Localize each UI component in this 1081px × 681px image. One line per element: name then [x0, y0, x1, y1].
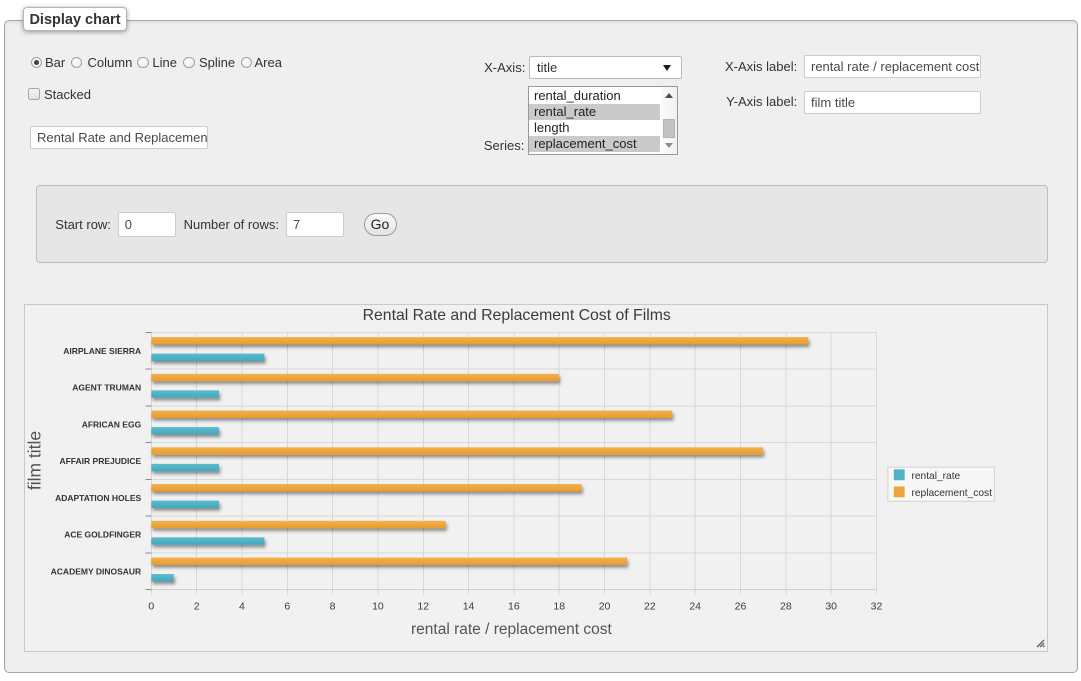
- svg-text:20: 20: [599, 601, 611, 613]
- svg-text:10: 10: [372, 601, 384, 613]
- svg-text:ADAPTATION HOLES: ADAPTATION HOLES: [55, 493, 141, 503]
- svg-text:28: 28: [780, 601, 792, 613]
- svg-text:14: 14: [463, 601, 475, 613]
- svg-text:6: 6: [284, 601, 290, 613]
- svg-text:film title: film title: [25, 431, 45, 490]
- svg-text:22: 22: [644, 601, 656, 613]
- svg-text:rental rate / replacement cost: rental rate / replacement cost: [411, 621, 612, 638]
- svg-text:ACADEMY DINOSAUR: ACADEMY DINOSAUR: [51, 566, 142, 576]
- svg-text:26: 26: [735, 601, 747, 613]
- svg-text:AIRPLANE SIERRA: AIRPLANE SIERRA: [63, 346, 141, 356]
- svg-text:32: 32: [871, 601, 883, 613]
- svg-text:rental_rate: rental_rate: [912, 471, 961, 482]
- svg-text:16: 16: [508, 601, 520, 613]
- svg-text:2: 2: [194, 601, 200, 613]
- svg-text:ACE GOLDFINGER: ACE GOLDFINGER: [64, 530, 141, 540]
- svg-text:30: 30: [825, 601, 837, 613]
- svg-text:8: 8: [330, 601, 336, 613]
- svg-text:AGENT TRUMAN: AGENT TRUMAN: [72, 383, 141, 393]
- svg-text:0: 0: [148, 601, 154, 613]
- svg-text:24: 24: [689, 601, 701, 613]
- svg-text:Rental Rate and Replacement Co: Rental Rate and Replacement Cost of Film…: [363, 307, 671, 324]
- svg-text:4: 4: [239, 601, 245, 613]
- svg-text:AFRICAN EGG: AFRICAN EGG: [82, 419, 142, 429]
- svg-text:AFFAIR PREJUDICE: AFFAIR PREJUDICE: [59, 456, 141, 466]
- svg-text:12: 12: [417, 601, 429, 613]
- svg-text:replacement_cost: replacement_cost: [912, 488, 993, 499]
- svg-text:18: 18: [553, 601, 565, 613]
